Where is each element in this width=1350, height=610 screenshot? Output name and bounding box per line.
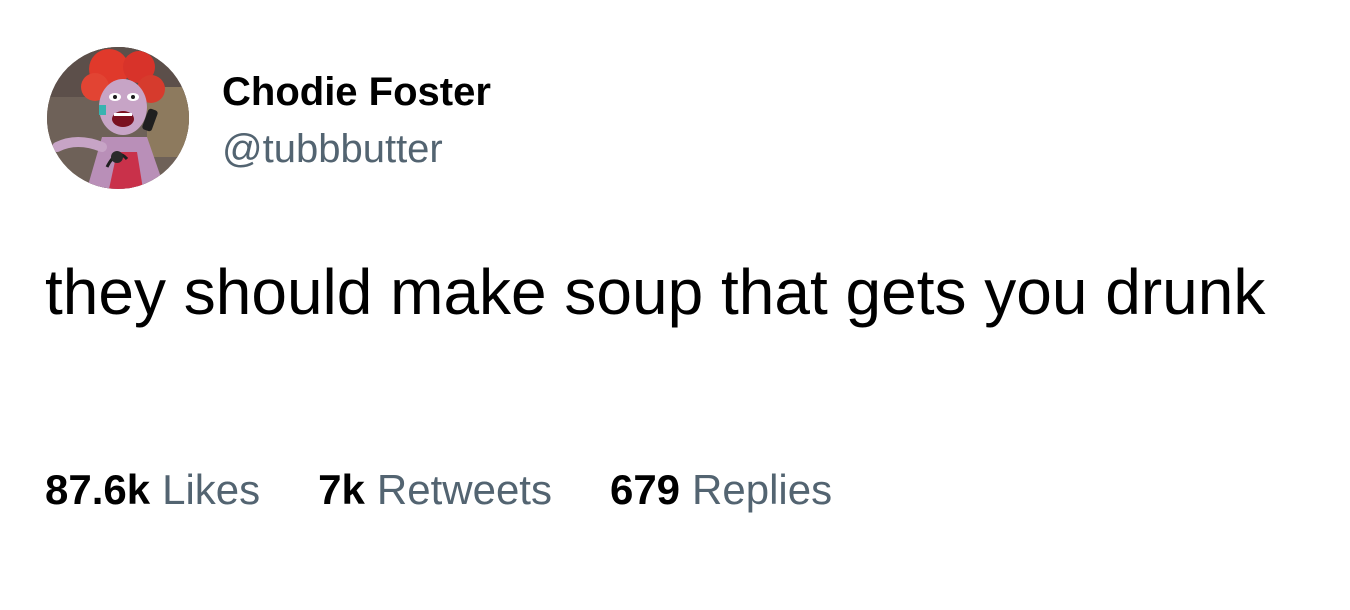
avatar[interactable]	[47, 47, 189, 189]
replies-stat[interactable]: 679 Replies	[610, 466, 832, 514]
likes-stat[interactable]: 87.6k Likes	[45, 466, 260, 514]
likes-label: Likes	[162, 466, 261, 513]
retweets-label: Retweets	[376, 466, 552, 513]
tweet-card: Chodie Foster @tubbbutter they should ma…	[0, 0, 1350, 610]
tweet-text: they should make soup that gets you drun…	[45, 256, 1266, 328]
tweet-stats: 87.6k Likes 7k Retweets 679 Replies	[45, 466, 832, 514]
replies-label: Replies	[692, 466, 833, 513]
display-name[interactable]: Chodie Foster	[222, 70, 491, 114]
retweets-count: 7k	[318, 466, 365, 513]
cartoon-character-on-phone-avatar	[47, 47, 189, 189]
replies-count: 679	[609, 466, 681, 513]
user-handle[interactable]: @tubbbutter	[222, 127, 443, 171]
retweets-stat[interactable]: 7k Retweets	[318, 466, 552, 514]
likes-count: 87.6k	[45, 466, 151, 513]
